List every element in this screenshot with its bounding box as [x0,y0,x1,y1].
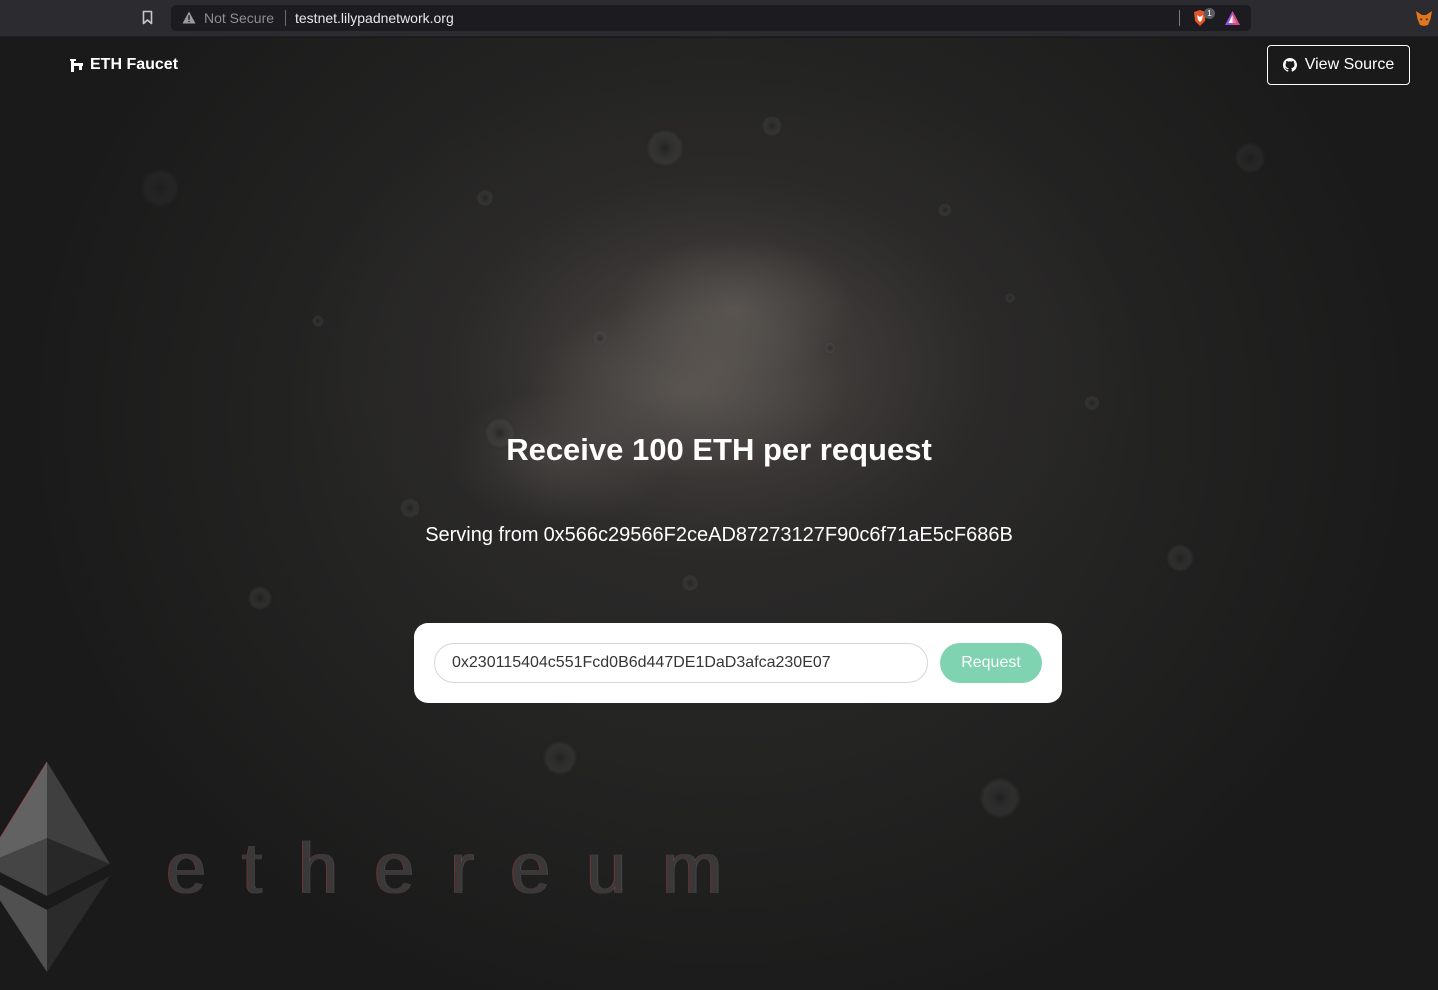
github-icon [1282,58,1297,72]
brand-label: ETH Faucet [90,56,179,73]
serving-address: 0x566c29566F2ceAD87273127F90c6f71aE5cF68… [543,524,1013,546]
view-source-button[interactable]: View Source [1267,45,1410,85]
url-divider [1179,10,1180,26]
warning-icon[interactable] [182,11,196,24]
request-button[interactable]: Request [940,643,1042,683]
brave-rewards-icon[interactable] [1224,10,1241,26]
address-bar[interactable]: Not Secure testnet.lilypadnetwork.org 1 [171,5,1251,31]
serving-prefix: Serving from [425,524,539,546]
faucet-page: ETH Faucet View Source Receive 100 ETH p… [0,38,1438,990]
ethereum-logo-icon [0,761,110,972]
page-title: Receive 100 ETH per request [506,432,932,467]
brand[interactable]: ETH Faucet [70,56,178,74]
serving-from-text: Serving from 0x566c29566F2ceAD87273127F90… [0,524,1438,547]
request-card: Request [414,623,1062,703]
wallet-address-input[interactable] [434,643,928,683]
metamask-fox-icon[interactable] [1415,10,1433,27]
ethereum-wordmark: ethereum [166,829,759,909]
bookmark-icon[interactable] [142,10,153,25]
faucet-icon [70,58,83,72]
browser-toolbar: Not Secure testnet.lilypadnetwork.org 1 [0,0,1438,37]
brave-shield-badge: 1 [1204,8,1215,19]
security-label[interactable]: Not Secure [204,10,274,26]
view-source-label: View Source [1304,56,1395,73]
url-separator [285,10,286,26]
url-text[interactable]: testnet.lilypadnetwork.org [295,10,454,26]
